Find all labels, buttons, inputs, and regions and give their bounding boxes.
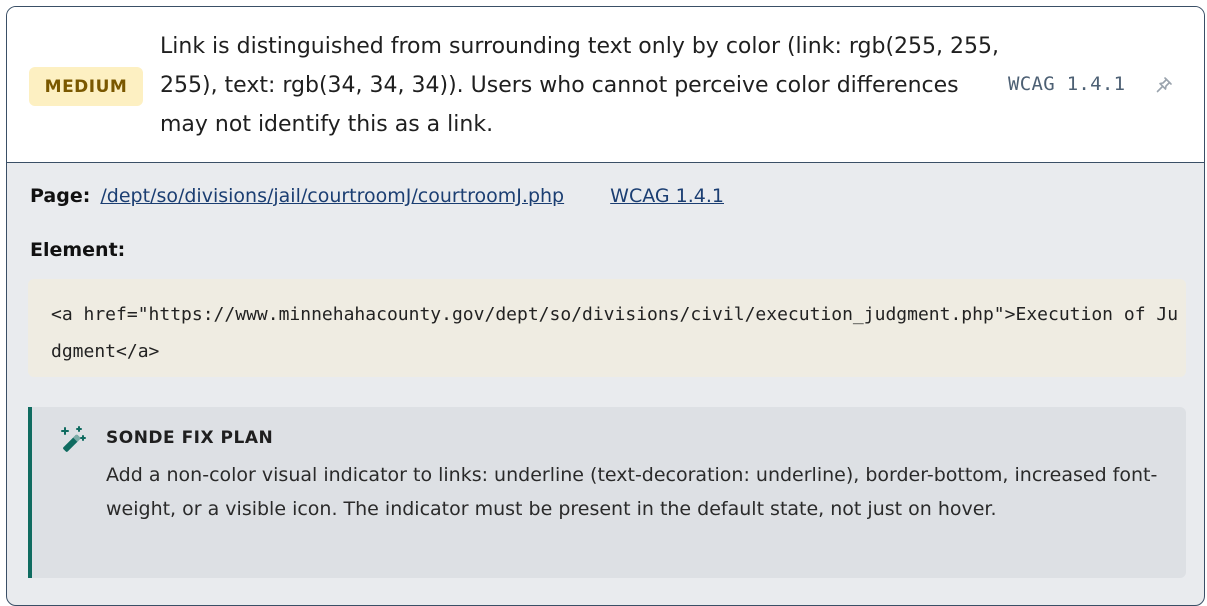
- wcag-criterion: WCAG 1.4.1: [1008, 73, 1126, 95]
- magic-wand-icon: [61, 426, 86, 452]
- fix-plan-text: Add a non-color visual indicator to link…: [106, 464, 1158, 520]
- issue-description: Link is distinguished from surrounding t…: [160, 34, 1000, 137]
- element-label: Element:: [30, 239, 126, 261]
- element-code: <a href="https://www.minnehahacounty.gov…: [28, 279, 1186, 377]
- issue-header[interactable]: MEDIUM Link is distinguished from surrou…: [7, 7, 1204, 163]
- issue-card: MEDIUM Link is distinguished from surrou…: [6, 6, 1205, 606]
- page-line: Page: /dept/so/divisions/jail/courtroomJ…: [30, 185, 724, 207]
- page-label: Page:: [30, 185, 91, 207]
- pin-icon[interactable]: [1154, 75, 1174, 95]
- wcag-link[interactable]: WCAG 1.4.1: [610, 185, 724, 207]
- fix-plan-panel: SONDE FIX PLAN Add a non-color visual in…: [28, 407, 1186, 578]
- page-path-link[interactable]: /dept/so/divisions/jail/courtroomJ/court…: [100, 185, 564, 207]
- severity-badge: MEDIUM: [29, 67, 143, 106]
- fix-plan-title: SONDE FIX PLAN: [106, 428, 274, 448]
